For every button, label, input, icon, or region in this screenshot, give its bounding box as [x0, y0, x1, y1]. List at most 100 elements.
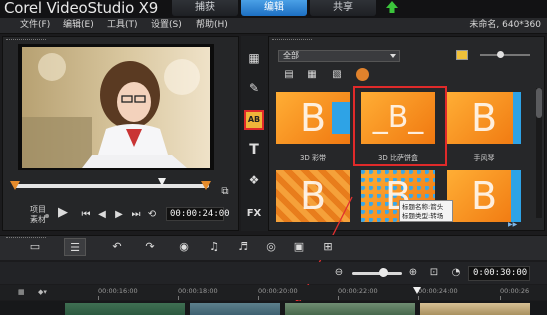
next-frame-icon[interactable]: ▶	[112, 209, 126, 221]
tab-capture[interactable]: 捕获	[172, 0, 238, 16]
scrub-handle[interactable]	[158, 178, 166, 186]
ruler-tick	[258, 296, 259, 300]
tooltip-line-type: 标题类型:转场	[402, 212, 444, 220]
title-icon[interactable]: T	[244, 143, 264, 157]
video-clip[interactable]	[420, 303, 530, 315]
undo-icon[interactable]: ↶	[106, 238, 128, 256]
library-scrollbar-thumb[interactable]	[536, 88, 542, 118]
track-manager-icon[interactable]: ▦	[18, 288, 34, 297]
zoom-slider-knob[interactable]	[379, 268, 388, 277]
redo-icon[interactable]: ↷	[139, 238, 161, 256]
menu-help[interactable]: 帮助(H)	[196, 18, 228, 33]
thumb-label: 3D 彩带	[299, 154, 327, 162]
project-info: 未命名, 640*360	[469, 20, 541, 30]
category-dropdown-value: 全部	[283, 51, 299, 60]
clock-icon: ◔	[451, 267, 461, 278]
scrub-bar[interactable]	[14, 184, 209, 188]
menu-edit[interactable]: 编辑(E)	[63, 18, 94, 33]
ruler-label: 00:00:26	[500, 287, 530, 295]
instant-project-icon[interactable]: ✎	[244, 82, 264, 94]
preview-video-frame	[22, 47, 210, 168]
trim-end-marker[interactable]	[201, 181, 211, 190]
apply-transition-icon[interactable]	[356, 68, 369, 81]
ruler-label: 00:00:24:00	[418, 287, 458, 295]
import-icon[interactable]: ▤	[282, 69, 296, 81]
menu-tools[interactable]: 工具(T)	[107, 18, 138, 33]
chevron-down-icon	[390, 54, 396, 58]
ruler-tick	[98, 296, 99, 300]
thumb-transition-6[interactable]: B	[447, 170, 521, 222]
multi-camera-icon[interactable]: ⊞	[317, 238, 339, 256]
thumb-label: 手风琴	[473, 154, 495, 162]
add-favorite-icon[interactable]: ▧	[330, 69, 344, 81]
ruler-tick	[178, 296, 179, 300]
tooltip: 标题名称:箭头 标题类型:转场	[399, 200, 453, 222]
ruler-label: 00:00:16:00	[98, 287, 138, 295]
sound-mixer-icon[interactable]: ♫	[203, 238, 225, 256]
mode-dot	[45, 214, 49, 218]
mode-clip[interactable]: 素材	[30, 215, 46, 225]
thumb-size-knob[interactable]	[497, 51, 504, 58]
preview-timecode[interactable]: 00:00:24:00	[166, 207, 230, 221]
mode-project[interactable]: 项目	[30, 205, 46, 215]
copy-icon[interactable]: ⧉	[219, 186, 231, 198]
timeline-view-icon[interactable]: ☰	[64, 238, 86, 256]
menu-bar: 文件(F) 编辑(E) 工具(T) 设置(S) 帮助(H) 未命名, 640*3…	[0, 18, 547, 34]
thumb-letter: B	[470, 174, 498, 218]
selection-highlight	[353, 86, 447, 166]
favorite-icon[interactable]	[456, 50, 468, 60]
ruler-tick	[338, 296, 339, 300]
app-title: Corel VideoStudio X9	[4, 0, 159, 17]
playhead[interactable]	[413, 287, 421, 294]
storyboard-view-icon[interactable]: ▭	[24, 238, 46, 256]
timeline-zoom-row	[0, 262, 547, 284]
thumb-accent	[513, 92, 521, 144]
timeline-duration[interactable]: 0:00:30:00	[468, 266, 530, 281]
fit-project-icon[interactable]: ⊡	[428, 267, 440, 279]
menu-settings[interactable]: 设置(S)	[151, 18, 182, 33]
home-icon[interactable]: ⏮	[80, 209, 92, 221]
panel-grip	[272, 39, 312, 42]
trim-start-marker[interactable]	[10, 181, 20, 190]
thumb-letter: B	[470, 96, 498, 140]
video-clip[interactable]	[65, 303, 185, 315]
tab-edit[interactable]: 编辑	[241, 0, 307, 16]
list-view-icon[interactable]: ▦	[305, 69, 319, 81]
zoom-slider[interactable]	[352, 272, 402, 275]
repeat-icon[interactable]: ⟲	[146, 209, 158, 221]
graphic-icon[interactable]: ❖	[244, 174, 264, 186]
upload-arrow-icon[interactable]	[385, 0, 399, 14]
thumb-accent	[511, 170, 521, 222]
thumb-3d-ribbon[interactable]: B	[276, 92, 350, 144]
ruler-tick	[500, 296, 501, 300]
thumb-accent	[332, 102, 350, 134]
tab-share[interactable]: 共享	[310, 0, 376, 16]
motion-tracking-icon[interactable]: ◎	[260, 238, 282, 256]
tooltip-line-name: 标题名称:箭头	[402, 203, 444, 211]
media-icon[interactable]: ▦	[244, 52, 264, 64]
zoom-out-icon[interactable]: ⊖	[333, 267, 345, 279]
options-toggle[interactable]: ▶▶	[508, 221, 536, 229]
ruler-label: 00:00:20:00	[258, 287, 298, 295]
main-tabs: 捕获 编辑 共享	[172, 0, 379, 18]
thumb-accordion[interactable]: B	[447, 92, 521, 144]
zoom-in-icon[interactable]: ⊕	[407, 267, 419, 279]
auto-music-icon[interactable]: ♬	[232, 238, 254, 256]
video-clip[interactable]	[190, 303, 280, 315]
add-remove-chapter-icon[interactable]: ◆▾	[38, 288, 60, 297]
prev-frame-icon[interactable]: ◀	[96, 209, 108, 221]
end-icon[interactable]: ⏭	[130, 209, 142, 221]
play-icon[interactable]: ▶	[56, 206, 70, 219]
panel-grip	[6, 39, 46, 42]
ruler-label: 00:00:22:00	[338, 287, 378, 295]
record-icon[interactable]: ◉	[173, 238, 195, 256]
library-category-strip	[241, 36, 268, 231]
video-clip[interactable]	[285, 303, 415, 315]
subtitle-editor-icon[interactable]: ▣	[288, 238, 310, 256]
thumb-size-slider[interactable]	[480, 54, 530, 56]
ruler-tick	[418, 296, 419, 300]
menu-file[interactable]: 文件(F)	[20, 18, 50, 33]
category-dropdown[interactable]: 全部	[278, 50, 400, 62]
transition-icon[interactable]: AB	[244, 110, 264, 130]
filter-icon[interactable]: FX	[244, 208, 264, 220]
